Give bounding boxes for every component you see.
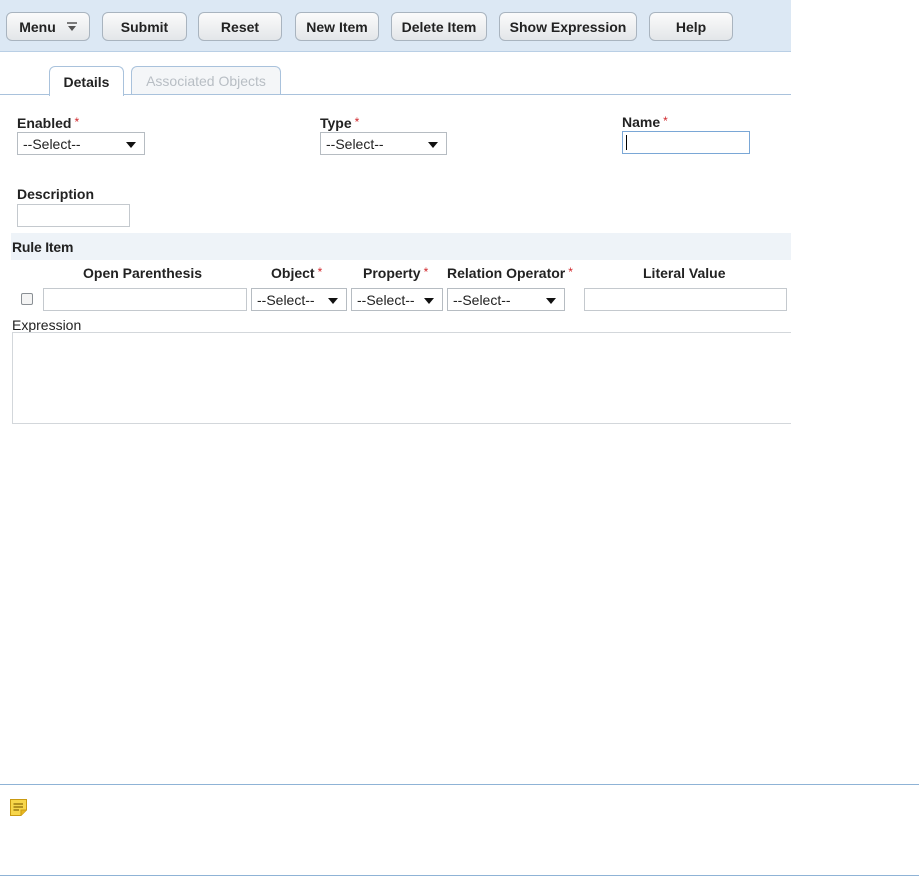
col-object: Object * — [271, 265, 322, 281]
dropdown-arrow-icon — [328, 298, 338, 304]
name-input[interactable] — [622, 131, 750, 154]
dropdown-arrow-icon — [428, 142, 438, 148]
tab-associated-objects[interactable]: Associated Objects — [131, 66, 281, 95]
type-label: Type * — [320, 115, 359, 131]
note-icon[interactable] — [9, 798, 28, 817]
enabled-label: Enabled * — [17, 115, 79, 131]
row-select-checkbox[interactable] — [21, 293, 33, 305]
required-marker: * — [354, 115, 360, 129]
object-select[interactable]: --Select-- — [251, 288, 347, 311]
object-select-value: --Select-- — [257, 291, 315, 308]
show-expression-button[interactable]: Show Expression — [499, 12, 637, 41]
menu-button-label: Menu — [19, 18, 56, 35]
new-item-button[interactable]: New Item — [295, 12, 379, 41]
help-button[interactable]: Help — [649, 12, 733, 41]
submit-button[interactable]: Submit — [102, 12, 187, 41]
note-bar-bottom-border — [0, 875, 919, 876]
rule-editor: Menu Submit Reset New Item Delete Item S… — [0, 0, 791, 440]
delete-item-button[interactable]: Delete Item — [391, 12, 487, 41]
name-label: Name * — [622, 114, 668, 130]
relation-operator-select[interactable]: --Select-- — [447, 288, 565, 311]
double-chevron-down-icon — [66, 21, 77, 32]
enabled-select[interactable]: --Select-- — [17, 132, 145, 155]
description-label: Description — [17, 186, 95, 202]
rule-item-header: Rule Item — [11, 233, 791, 260]
enabled-label-text: Enabled — [17, 115, 72, 131]
text-cursor — [626, 135, 627, 150]
literal-value-input[interactable] — [584, 288, 787, 311]
col-property-text: Property — [363, 265, 421, 281]
required-marker: * — [74, 115, 80, 129]
open-parenthesis-input[interactable] — [43, 288, 247, 311]
dropdown-arrow-icon — [546, 298, 556, 304]
col-object-text: Object — [271, 265, 315, 281]
col-relation-operator: Relation Operator * — [447, 265, 573, 281]
description-input[interactable] — [17, 204, 130, 227]
expression-label: Expression — [12, 317, 82, 333]
col-literal-value: Literal Value — [643, 265, 726, 281]
required-marker: * — [663, 114, 668, 128]
reset-button[interactable]: Reset — [198, 12, 282, 41]
type-select[interactable]: --Select-- — [320, 132, 447, 155]
property-select-value: --Select-- — [357, 291, 415, 308]
rule-item-title: Rule Item — [12, 239, 74, 255]
required-marker: * — [423, 265, 429, 279]
property-select[interactable]: --Select-- — [351, 288, 443, 311]
dropdown-arrow-icon — [126, 142, 136, 148]
name-label-text: Name — [622, 114, 661, 130]
type-select-value: --Select-- — [326, 135, 384, 152]
toolbar: Menu Submit Reset New Item Delete Item S… — [0, 0, 791, 52]
col-open-parenthesis: Open Parenthesis — [83, 265, 203, 281]
col-relation-operator-text: Relation Operator — [447, 265, 566, 281]
menu-button[interactable]: Menu — [6, 12, 90, 41]
col-property: Property * — [363, 265, 428, 281]
enabled-select-value: --Select-- — [23, 135, 81, 152]
expression-textarea[interactable] — [12, 332, 791, 424]
relation-operator-select-value: --Select-- — [453, 291, 511, 308]
tab-details[interactable]: Details — [49, 66, 124, 96]
required-marker: * — [317, 265, 323, 279]
note-bar-top-border — [0, 784, 919, 785]
required-marker: * — [568, 265, 573, 279]
dropdown-arrow-icon — [424, 298, 434, 304]
type-label-text: Type — [320, 115, 352, 131]
